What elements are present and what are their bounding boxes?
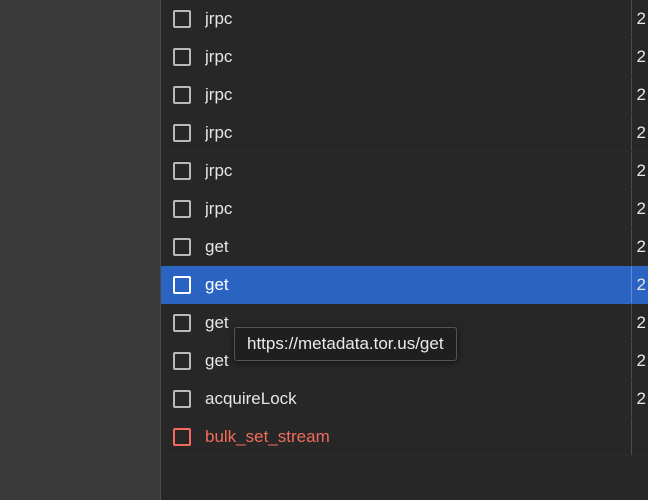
request-name: bulk_set_stream bbox=[205, 427, 648, 447]
request-row[interactable]: acquireLock 2 bbox=[161, 380, 648, 418]
checkbox-icon[interactable] bbox=[173, 428, 191, 446]
left-gutter bbox=[0, 0, 160, 500]
next-column-value: 2 bbox=[632, 190, 646, 227]
request-name: get bbox=[205, 275, 648, 295]
checkbox-icon[interactable] bbox=[173, 200, 191, 218]
next-column-value: 2 bbox=[632, 152, 646, 189]
next-column-value: 2 bbox=[632, 228, 646, 265]
request-name: jrpc bbox=[205, 123, 648, 143]
request-row[interactable]: jrpc 2 bbox=[161, 152, 648, 190]
next-column-value: 2 bbox=[632, 76, 646, 113]
request-row[interactable]: jrpc 2 bbox=[161, 190, 648, 228]
checkbox-icon[interactable] bbox=[173, 162, 191, 180]
next-column-value: 2 bbox=[632, 266, 646, 303]
checkbox-icon[interactable] bbox=[173, 352, 191, 370]
request-name: jrpc bbox=[205, 9, 648, 29]
request-name: get bbox=[205, 237, 648, 257]
checkbox-icon[interactable] bbox=[173, 10, 191, 28]
request-row-error[interactable]: bulk_set_stream bbox=[161, 418, 648, 456]
next-column-value: 2 bbox=[632, 380, 646, 417]
request-name: jrpc bbox=[205, 199, 648, 219]
checkbox-icon[interactable] bbox=[173, 124, 191, 142]
request-row[interactable]: jrpc 2 bbox=[161, 114, 648, 152]
request-name: jrpc bbox=[205, 161, 648, 181]
next-column-value: 2 bbox=[632, 114, 646, 151]
request-name: acquireLock bbox=[205, 389, 648, 409]
request-name: jrpc bbox=[205, 85, 648, 105]
request-row[interactable]: jrpc 2 bbox=[161, 0, 648, 38]
request-row[interactable]: get 2 bbox=[161, 228, 648, 266]
network-request-list: jrpc 2 jrpc 2 jrpc 2 jrpc 2 jrpc 2 jrpc … bbox=[160, 0, 648, 500]
next-column-value: 2 bbox=[632, 38, 646, 75]
checkbox-icon[interactable] bbox=[173, 390, 191, 408]
checkbox-icon[interactable] bbox=[173, 238, 191, 256]
checkbox-icon[interactable] bbox=[173, 276, 191, 294]
request-row[interactable]: jrpc 2 bbox=[161, 38, 648, 76]
request-row[interactable]: jrpc 2 bbox=[161, 76, 648, 114]
next-column-value: 2 bbox=[632, 304, 646, 341]
checkbox-icon[interactable] bbox=[173, 314, 191, 332]
request-row-selected[interactable]: get 2 bbox=[161, 266, 648, 304]
next-column-value: 2 bbox=[632, 342, 646, 379]
request-name: jrpc bbox=[205, 47, 648, 67]
next-column-value bbox=[632, 418, 646, 455]
checkbox-icon[interactable] bbox=[173, 48, 191, 66]
next-column-value: 2 bbox=[632, 0, 646, 37]
url-tooltip: https://metadata.tor.us/get bbox=[234, 327, 457, 361]
checkbox-icon[interactable] bbox=[173, 86, 191, 104]
